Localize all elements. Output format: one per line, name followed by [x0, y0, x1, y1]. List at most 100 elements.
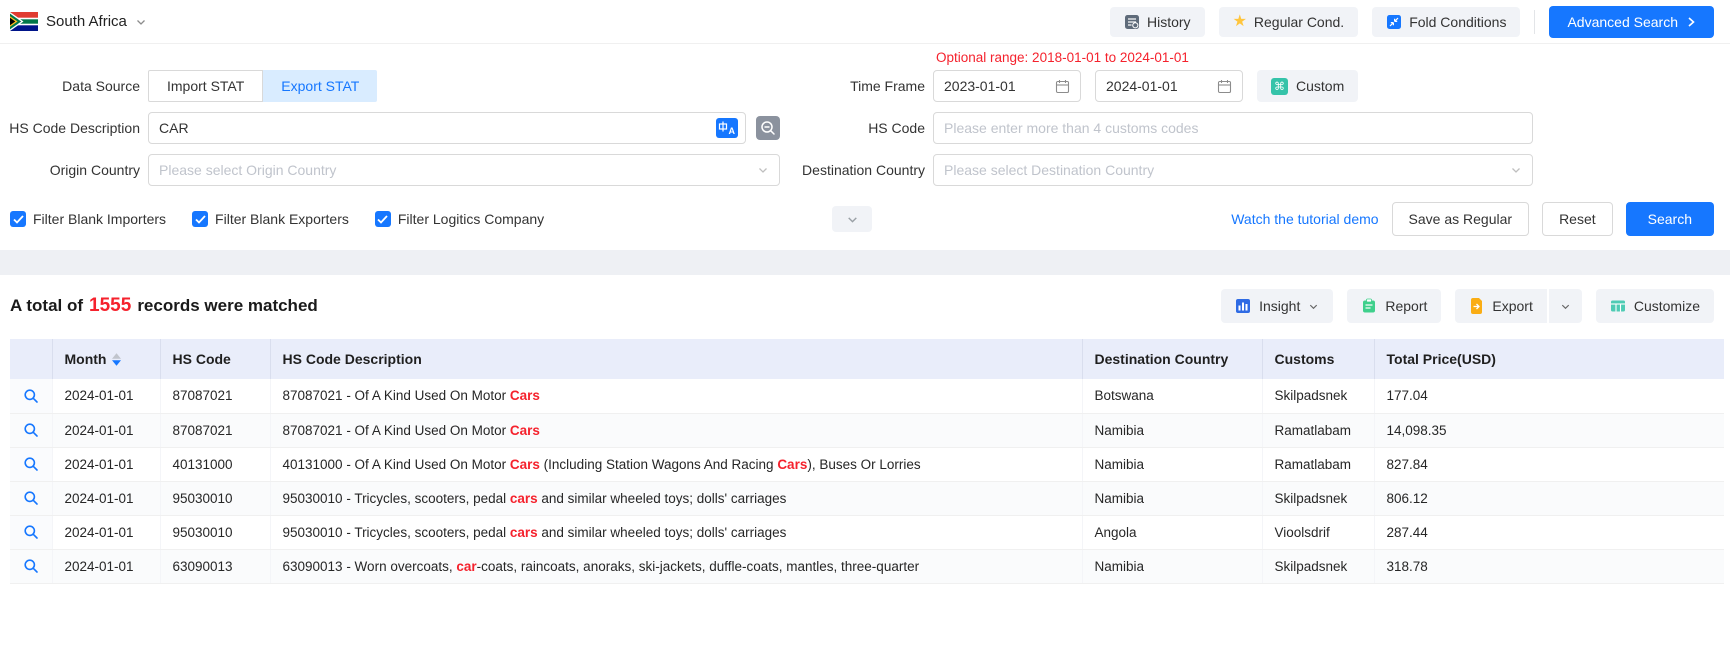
report-icon	[1361, 298, 1377, 314]
cell-total-price: 287.44	[1374, 515, 1724, 549]
checkbox-checked-icon	[192, 211, 208, 227]
time-frame-label: Time Frame	[800, 78, 925, 94]
row-detail-button[interactable]	[10, 549, 52, 583]
history-icon	[1124, 14, 1140, 30]
translate-icon[interactable]: A	[716, 118, 738, 138]
results-section: A total of1555records were matched Insig…	[0, 275, 1730, 584]
row-detail-button[interactable]	[10, 481, 52, 515]
cell-customs: Ramatlabam	[1262, 413, 1374, 447]
filter-blank-importers-checkbox[interactable]: Filter Blank Importers	[10, 211, 166, 227]
cell-destination: Botswana	[1082, 379, 1262, 413]
hs-code-label: HS Code	[800, 120, 925, 136]
cell-hs-code: 63090013	[160, 549, 270, 583]
destination-country-select[interactable]: Please select Destination Country	[933, 154, 1533, 186]
results-toolbar: Insight Report	[1221, 289, 1714, 323]
import-stat-option[interactable]: Import STAT	[148, 70, 263, 102]
cell-customs: Ramatlabam	[1262, 447, 1374, 481]
table-row: 2024-01-01 87087021 87087021 - Of A Kind…	[10, 413, 1724, 447]
history-button[interactable]: History	[1110, 7, 1205, 37]
cell-month: 2024-01-01	[52, 515, 160, 549]
results-table: Month HS Code HS Code Description Destin…	[10, 339, 1724, 584]
cell-total-price: 827.84	[1374, 447, 1724, 481]
advanced-search-label: Advanced Search	[1567, 14, 1678, 30]
table-row: 2024-01-01 87087021 87087021 - Of A Kind…	[10, 379, 1724, 413]
month-header-label: Month	[65, 351, 107, 367]
filter-logitics-company-checkbox[interactable]: Filter Logitics Company	[375, 211, 544, 227]
cell-hs-code: 87087021	[160, 413, 270, 447]
sort-icon	[112, 353, 121, 366]
cell-customs: Skilpadsnek	[1262, 379, 1374, 413]
origin-country-select[interactable]: Please select Origin Country	[148, 154, 780, 186]
cell-total-price: 177.04	[1374, 379, 1724, 413]
collapse-conditions-button[interactable]	[832, 206, 872, 232]
data-source-label: Data Source	[8, 78, 140, 94]
table-row: 2024-01-01 95030010 95030010 - Tricycles…	[10, 515, 1724, 549]
cell-hs-code: 95030010	[160, 481, 270, 515]
exclude-keyword-button[interactable]	[756, 115, 782, 141]
export-icon	[1469, 298, 1484, 314]
export-label: Export	[1492, 298, 1532, 314]
chevron-down-icon	[1560, 301, 1571, 312]
divider	[1534, 10, 1535, 34]
filter-logitics-company-label: Filter Logitics Company	[398, 211, 544, 227]
export-button[interactable]: Export	[1455, 289, 1546, 323]
fold-conditions-label: Fold Conditions	[1409, 14, 1506, 30]
advanced-search-button[interactable]: Advanced Search	[1549, 6, 1714, 38]
report-button[interactable]: Report	[1347, 289, 1441, 323]
filter-blank-exporters-label: Filter Blank Exporters	[215, 211, 349, 227]
row-detail-button[interactable]	[10, 379, 52, 413]
cell-month: 2024-01-01	[52, 481, 160, 515]
country-name: South Africa	[46, 13, 127, 30]
header-customs: Customs	[1262, 339, 1374, 379]
start-date-picker[interactable]: 2023-01-01	[933, 70, 1081, 102]
row-detail-button[interactable]	[10, 515, 52, 549]
table-header-row: Month HS Code HS Code Description Destin…	[10, 339, 1724, 379]
summary-count: 1555	[89, 295, 131, 316]
cell-destination: Namibia	[1082, 447, 1262, 481]
country-selector[interactable]: South Africa	[10, 12, 147, 31]
cell-customs: Skilpadsnek	[1262, 549, 1374, 583]
customize-button[interactable]: Customize	[1596, 289, 1714, 323]
filter-blank-exporters-checkbox[interactable]: Filter Blank Exporters	[192, 211, 349, 227]
cell-month: 2024-01-01	[52, 413, 160, 447]
cell-description: 95030010 - Tricycles, scooters, pedal ca…	[270, 515, 1082, 549]
save-as-regular-button[interactable]: Save as Regular	[1392, 202, 1530, 236]
row-detail-button[interactable]	[10, 413, 52, 447]
export-stat-option[interactable]: Export STAT	[263, 70, 377, 102]
custom-range-button[interactable]: ⌘ Custom	[1257, 70, 1358, 102]
cell-hs-code: 95030010	[160, 515, 270, 549]
cell-destination: Namibia	[1082, 549, 1262, 583]
fold-conditions-button[interactable]: Fold Conditions	[1372, 7, 1520, 37]
cell-customs: Vioolsdrif	[1262, 515, 1374, 549]
search-button[interactable]: Search	[1626, 202, 1714, 236]
cell-month: 2024-01-01	[52, 379, 160, 413]
row-detail-button[interactable]	[10, 447, 52, 481]
insight-button[interactable]: Insight	[1221, 289, 1333, 323]
header-month: Month	[52, 339, 160, 379]
end-date-picker[interactable]: 2024-01-01	[1095, 70, 1243, 102]
reset-button[interactable]: Reset	[1542, 202, 1613, 236]
tutorial-demo-link[interactable]: Watch the tutorial demo	[1231, 211, 1378, 227]
regular-cond-label: Regular Cond.	[1254, 14, 1344, 30]
calendar-icon	[1217, 79, 1232, 94]
fold-icon	[1386, 14, 1402, 30]
cell-description: 87087021 - Of A Kind Used On Motor Cars	[270, 413, 1082, 447]
hs-desc-input[interactable]	[148, 112, 746, 144]
table-body: 2024-01-01 87087021 87087021 - Of A Kind…	[10, 379, 1724, 583]
export-dropdown-button[interactable]	[1549, 289, 1582, 323]
topbar: South Africa History ★	[0, 0, 1730, 44]
month-sort-control[interactable]: Month	[65, 351, 148, 367]
cell-description: 87087021 - Of A Kind Used On Motor Cars	[270, 379, 1082, 413]
summary-suffix: records were matched	[137, 296, 317, 315]
star-icon: ★	[1233, 14, 1247, 30]
cell-description: 63090013 - Worn overcoats, car-coats, ra…	[270, 549, 1082, 583]
hs-code-input[interactable]	[933, 112, 1533, 144]
cell-destination: Namibia	[1082, 413, 1262, 447]
chevron-down-icon	[1510, 164, 1522, 176]
regular-cond-button[interactable]: ★ Regular Cond.	[1219, 7, 1359, 37]
table-row: 2024-01-01 63090013 63090013 - Worn over…	[10, 549, 1724, 583]
origin-country-label: Origin Country	[8, 162, 140, 178]
header-hs-desc: HS Code Description	[270, 339, 1082, 379]
chevron-right-icon	[1686, 16, 1696, 28]
insight-icon	[1235, 298, 1251, 314]
